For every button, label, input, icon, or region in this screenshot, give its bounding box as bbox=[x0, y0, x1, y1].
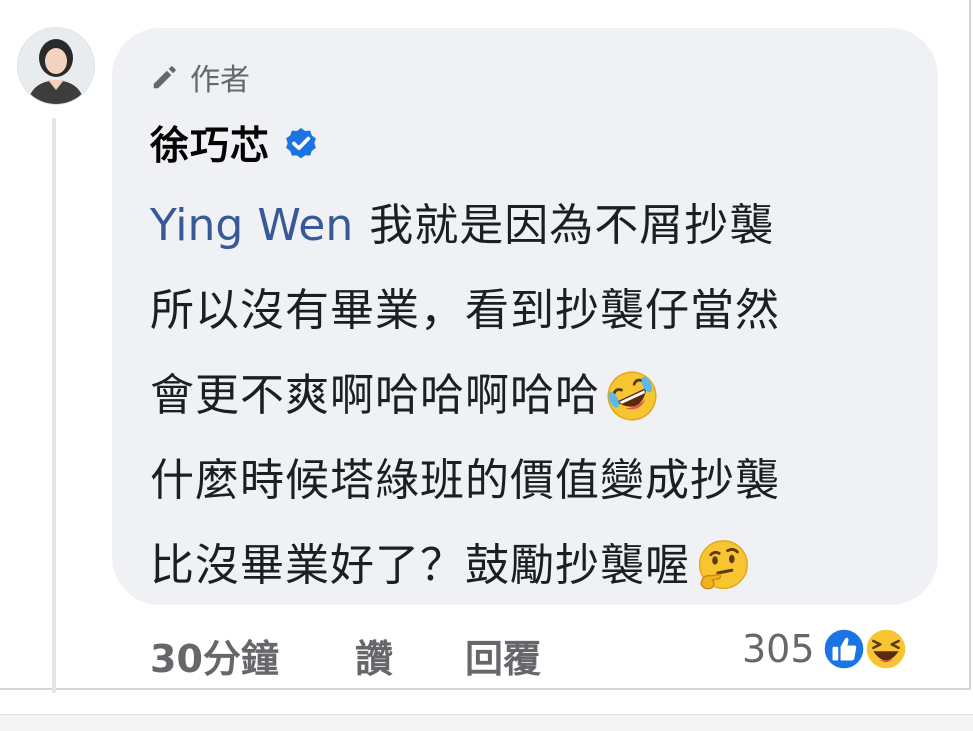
reply-button[interactable]: 回覆 bbox=[465, 628, 541, 683]
author-name[interactable]: 徐巧芯 bbox=[150, 115, 270, 171]
comment-actions: 30分鐘 讚 回覆 bbox=[150, 628, 541, 683]
reaction-count: 305 bbox=[742, 627, 815, 671]
thinking-face-emoji bbox=[698, 539, 748, 589]
comment-line-text: 什麼時候塔綠班的價值變成抄襲 bbox=[150, 455, 780, 506]
comment-line-text: 所以沒有畢業，看到抄襲仔當然 bbox=[150, 285, 780, 336]
comment-text: Ying Wen 我就是因為不屑抄襲 所以沒有畢業，看到抄襲仔當然 會更不爽啊哈… bbox=[150, 183, 910, 608]
like-reaction-icon bbox=[821, 626, 866, 672]
comment-line-3: 會更不爽啊哈哈啊哈哈 bbox=[150, 353, 910, 438]
reaction-summary[interactable]: 305 bbox=[742, 626, 909, 672]
verified-badge-icon bbox=[286, 127, 316, 159]
rolling-on-floor-laughing-emoji bbox=[607, 371, 657, 420]
pencil-icon bbox=[153, 66, 176, 89]
mention-link[interactable]: Ying Wen bbox=[150, 183, 353, 268]
haha-reaction-icon bbox=[863, 626, 908, 672]
comment-line-5: 比沒畢業好了？鼓勵抄襲喔 bbox=[150, 523, 910, 608]
comment-line-1: Ying Wen 我就是因為不屑抄襲 bbox=[150, 183, 910, 268]
comment-line-text: 我就是因為不屑抄襲 bbox=[369, 200, 775, 251]
comment-card: 作者 徐巧芯 Ying Wen 我就是因為不屑抄襲 所以沒有畢業，看到抄襲仔當然… bbox=[0, 0, 971, 693]
next-comment-divider bbox=[0, 714, 973, 731]
avatar[interactable] bbox=[17, 27, 95, 105]
comment-line-4: 什麼時候塔綠班的價值變成抄襲 bbox=[150, 438, 910, 523]
timestamp[interactable]: 30分鐘 bbox=[150, 628, 355, 683]
thread-line bbox=[52, 118, 56, 693]
author-badge: 作者 bbox=[150, 55, 250, 99]
comment-line-text: 會更不爽啊哈哈啊哈哈 bbox=[150, 370, 600, 421]
author-badge-label: 作者 bbox=[190, 63, 250, 98]
comment-line-2: 所以沒有畢業，看到抄襲仔當然 bbox=[150, 268, 910, 353]
author-name-row: 徐巧芯 bbox=[150, 115, 320, 171]
comment-line-text: 比沒畢業好了？鼓勵抄襲喔 bbox=[150, 540, 690, 591]
like-button[interactable]: 讚 bbox=[355, 628, 465, 683]
